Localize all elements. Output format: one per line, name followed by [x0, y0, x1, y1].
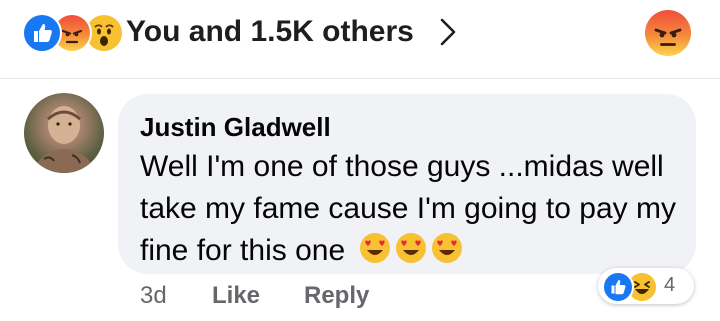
comment-bubble: Justin Gladwell Well I'm one of those gu…: [118, 94, 696, 274]
reply-button[interactable]: Reply: [304, 282, 369, 310]
reaction-count: 4: [664, 274, 676, 296]
comment-author[interactable]: Justin Gladwell: [140, 112, 331, 143]
comment-body: Well I'm one of those guys ...midas well…: [140, 146, 680, 276]
current-reaction-angry-icon[interactable]: [645, 10, 691, 56]
reactions-summary-text[interactable]: You and 1.5K others: [126, 14, 414, 50]
heart-eyes-emoji-icon: [395, 232, 427, 264]
emoji-row: [359, 232, 467, 276]
like-icon: [22, 13, 62, 53]
reaction-icons: [22, 13, 126, 53]
comment-timestamp[interactable]: 3d: [140, 282, 167, 310]
comment-reactions[interactable]: 4: [598, 268, 694, 304]
like-button[interactable]: Like: [212, 282, 260, 310]
chevron-right-icon[interactable]: [434, 17, 462, 47]
like-icon: [602, 271, 634, 303]
reactions-summary-bar[interactable]: You and 1.5K others: [0, 0, 720, 79]
avatar[interactable]: [24, 93, 104, 173]
heart-eyes-emoji-icon: [431, 232, 463, 264]
heart-eyes-emoji-icon: [359, 232, 391, 264]
